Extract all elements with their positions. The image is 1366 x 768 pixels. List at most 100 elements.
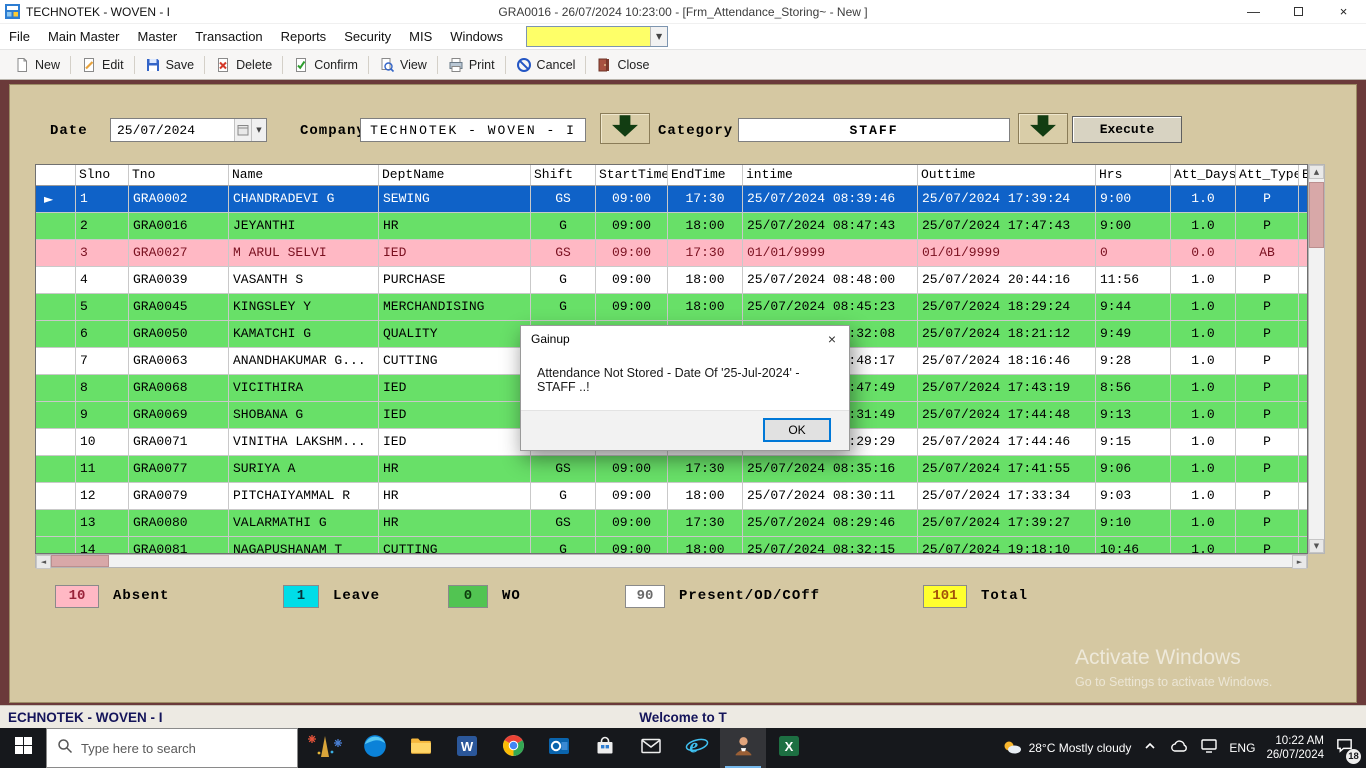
row-selector[interactable] — [36, 267, 76, 294]
clock[interactable]: 10:22 AM 26/07/2024 — [1266, 734, 1324, 762]
close-button[interactable]: Close — [588, 53, 657, 77]
category-load-button[interactable] — [1018, 113, 1068, 144]
cell-deptname: HR — [379, 483, 531, 510]
cell-deptname: QUALITY — [379, 321, 531, 348]
delete-button[interactable]: Delete — [207, 53, 280, 77]
row-selector[interactable] — [36, 321, 76, 348]
scroll-up-button[interactable]: ▲ — [1309, 165, 1324, 179]
row-selector[interactable] — [36, 429, 76, 456]
company-input[interactable]: TECHNOTEK - WOVEN - I — [360, 118, 586, 142]
taskbar-app-explorer[interactable] — [398, 728, 444, 768]
taskbar-app-store[interactable] — [582, 728, 628, 768]
search-highlights-button[interactable] — [298, 728, 352, 768]
cancel-button[interactable]: Cancel — [508, 53, 584, 77]
taskbar-search[interactable]: Type here to search — [46, 728, 298, 768]
column-header-hrs[interactable]: Hrs — [1096, 165, 1171, 186]
row-selector[interactable] — [36, 213, 76, 240]
column-header-endtime[interactable]: EndTime — [668, 165, 743, 186]
menu-mis[interactable]: MIS — [400, 24, 441, 50]
save-button[interactable]: Save — [137, 53, 203, 77]
new-button[interactable]: New — [6, 53, 68, 77]
grid-row-12[interactable]: 12GRA0079PITCHAIYAMMAL RHRG09:0018:0025/… — [36, 483, 1307, 510]
row-selector[interactable] — [36, 240, 76, 267]
column-header-tno[interactable]: Tno — [129, 165, 229, 186]
taskbar-app-chrome[interactable] — [490, 728, 536, 768]
menu-combobox[interactable]: ▼ — [526, 26, 668, 47]
column-header-outtime[interactable]: Outtime — [918, 165, 1096, 186]
grid-row-5[interactable]: 5GRA0045KINGSLEY YMERCHANDISINGG09:0018:… — [36, 294, 1307, 321]
taskbar-app-excel[interactable]: X — [766, 728, 812, 768]
column-header-shift[interactable]: Shift — [531, 165, 596, 186]
row-selector[interactable] — [36, 537, 76, 554]
print-button[interactable]: Print — [440, 53, 503, 77]
grid-row-14[interactable]: 14GRA0081NAGAPUSHANAM TCUTTINGG09:0018:0… — [36, 537, 1307, 554]
grid-row-2[interactable]: 2GRA0016JEYANTHIHRG09:0018:0025/07/2024 … — [36, 213, 1307, 240]
svg-text:X: X — [785, 739, 794, 754]
menu-security[interactable]: Security — [335, 24, 400, 50]
row-selector[interactable]: ► — [36, 186, 76, 213]
horizontal-scroll-thumb[interactable] — [51, 555, 109, 567]
column-header-att_days[interactable]: Att_Days — [1171, 165, 1236, 186]
window-title-center: GRA0016 - 26/07/2024 10:23:00 - [Frm_Att… — [0, 5, 1366, 19]
vertical-scroll-thumb[interactable] — [1309, 182, 1324, 248]
language-indicator[interactable]: ENG — [1229, 741, 1255, 755]
row-selector[interactable] — [36, 375, 76, 402]
column-header-intime[interactable]: intime — [743, 165, 918, 186]
grid-row-3[interactable]: 3GRA0027M ARUL SELVIIEDGS09:0017:3001/01… — [36, 240, 1307, 267]
grid-row-13[interactable]: 13GRA0080VALARMATHI GHRGS09:0017:3025/07… — [36, 510, 1307, 537]
taskbar-app-ie[interactable]: e — [674, 728, 720, 768]
start-button[interactable] — [0, 728, 46, 768]
column-header-slno[interactable]: Slno — [76, 165, 129, 186]
taskbar-app-edge[interactable] — [352, 728, 398, 768]
horizontal-scrollbar[interactable]: ◄ ► — [35, 554, 1308, 568]
execute-button[interactable]: Execute — [1072, 116, 1182, 143]
column-header-starttime[interactable]: StartTime — [596, 165, 668, 186]
category-input[interactable]: STAFF — [738, 118, 1010, 142]
confirm-button[interactable]: Confirm — [285, 53, 366, 77]
dialog-close-button[interactable]: × — [815, 326, 849, 352]
taskbar-app-word[interactable]: W — [444, 728, 490, 768]
date-input[interactable]: 25/07/2024 ▼ — [110, 118, 267, 142]
menu-transaction[interactable]: Transaction — [186, 24, 271, 50]
grid-row-4[interactable]: 4GRA0039VASANTH SPURCHASEG09:0018:0025/0… — [36, 267, 1307, 294]
menu-master[interactable]: Master — [128, 24, 186, 50]
column-header-e[interactable]: E — [1299, 165, 1308, 186]
tray-onedrive-button[interactable] — [1169, 738, 1189, 759]
tray-chevron-button[interactable] — [1142, 738, 1158, 759]
screen: TECHNOTEK - WOVEN - I GRA0016 - 26/07/20… — [0, 0, 1366, 768]
row-selector[interactable] — [36, 402, 76, 429]
action-center-button[interactable]: 18 — [1335, 736, 1354, 760]
view-button[interactable]: View — [371, 53, 435, 77]
ok-button[interactable]: OK — [763, 418, 831, 442]
row-selector[interactable] — [36, 510, 76, 537]
menu-file[interactable]: File — [0, 24, 39, 50]
row-selector[interactable] — [36, 294, 76, 321]
taskbar-app-mail[interactable] — [628, 728, 674, 768]
cell-att_type: P — [1236, 483, 1299, 510]
date-dropdown-button[interactable]: ▼ — [251, 119, 266, 141]
scroll-right-button[interactable]: ► — [1292, 555, 1307, 569]
taskbar-app-outlook[interactable] — [536, 728, 582, 768]
close-window-button[interactable]: × — [1321, 0, 1366, 24]
column-header-name[interactable]: Name — [229, 165, 379, 186]
row-selector[interactable] — [36, 348, 76, 375]
column-header-deptname[interactable]: DeptName — [379, 165, 531, 186]
menu-windows[interactable]: Windows — [441, 24, 512, 50]
row-selector[interactable] — [36, 456, 76, 483]
grid-row-1[interactable]: ►1GRA0002CHANDRADEVI GSEWINGGS09:0017:30… — [36, 186, 1307, 213]
calendar-icon[interactable] — [234, 119, 251, 141]
edit-button[interactable]: Edit — [73, 53, 132, 77]
tray-display-button[interactable] — [1200, 737, 1218, 760]
menu-main-master[interactable]: Main Master — [39, 24, 129, 50]
weather-widget[interactable]: 28°C Mostly cloudy — [1001, 738, 1132, 759]
company-load-button[interactable] — [600, 113, 650, 144]
maximize-button[interactable] — [1276, 0, 1321, 24]
grid-row-11[interactable]: 11GRA0077SURIYA AHRGS09:0017:3025/07/202… — [36, 456, 1307, 483]
column-header-att_type[interactable]: Att_Type — [1236, 165, 1299, 186]
minimize-button[interactable]: — — [1231, 0, 1276, 24]
menu-reports[interactable]: Reports — [272, 24, 336, 50]
scroll-left-button[interactable]: ◄ — [36, 555, 51, 569]
row-selector[interactable] — [36, 483, 76, 510]
scroll-down-button[interactable]: ▼ — [1309, 539, 1324, 553]
taskbar-app-people[interactable] — [720, 728, 766, 768]
